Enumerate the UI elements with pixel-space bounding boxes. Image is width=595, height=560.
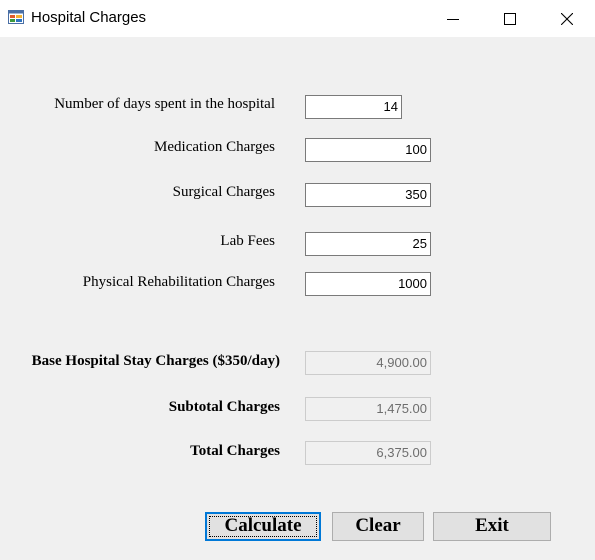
lab-fees-label: Lab Fees (220, 233, 275, 249)
days-input[interactable]: 14 (305, 95, 402, 119)
minimize-button[interactable] (424, 0, 482, 37)
total-output: 6,375.00 (305, 441, 431, 465)
medication-label: Medication Charges (154, 139, 275, 155)
base-charges-output: 4,900.00 (305, 351, 431, 375)
subtotal-output: 1,475.00 (305, 397, 431, 421)
rehab-input[interactable]: 1000 (305, 272, 431, 296)
lab-fees-input[interactable]: 25 (305, 232, 431, 256)
app-form-icon (8, 10, 24, 24)
close-button[interactable] (538, 0, 595, 37)
subtotal-label: Subtotal Charges (168, 399, 280, 415)
surgical-input[interactable]: 350 (305, 183, 431, 207)
clear-button[interactable]: Clear (332, 512, 424, 541)
medication-input[interactable]: 100 (305, 138, 431, 162)
exit-button[interactable]: Exit (433, 512, 551, 541)
window-title: Hospital Charges (31, 9, 147, 26)
maximize-button[interactable] (481, 0, 539, 37)
calculate-button[interactable]: Calculate (205, 512, 321, 541)
close-icon (561, 12, 573, 25)
surgical-label: Surgical Charges (172, 184, 275, 200)
rehab-label: Physical Rehabilitation Charges (82, 274, 275, 290)
maximize-icon (504, 12, 516, 25)
base-charges-label: Base Hospital Stay Charges ($350/day) (31, 353, 280, 369)
total-label: Total Charges (190, 443, 280, 459)
days-label: Number of days spent in the hospital (54, 96, 275, 112)
title-bar: Hospital Charges (0, 0, 595, 37)
minimize-icon (447, 18, 459, 20)
